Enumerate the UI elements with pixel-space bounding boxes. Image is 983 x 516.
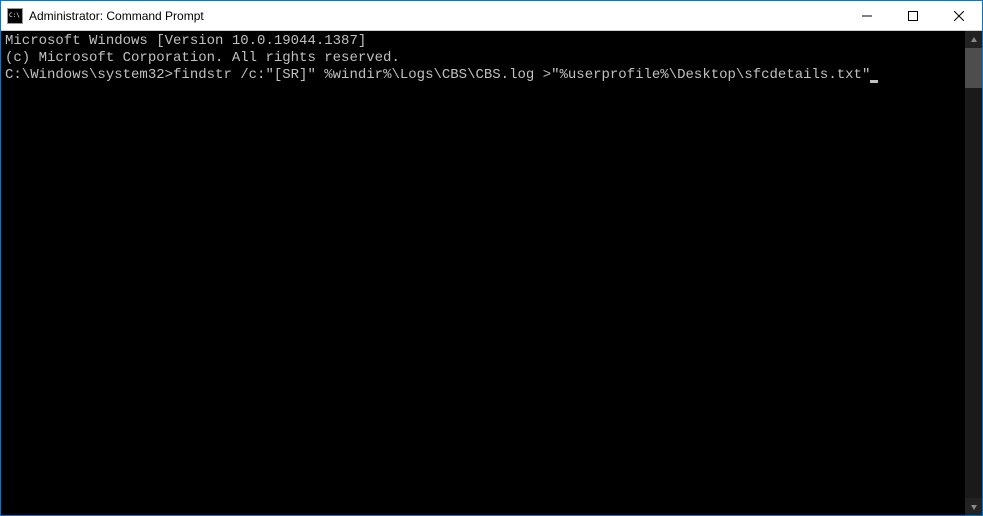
maximize-button[interactable] xyxy=(890,1,936,30)
output-version-line: Microsoft Windows [Version 10.0.19044.13… xyxy=(5,33,961,50)
prompt-text: C:\Windows\system32> xyxy=(5,67,173,83)
command-text: findstr /c:"[SR]" %windir%\Logs\CBS\CBS.… xyxy=(173,67,870,83)
scroll-thumb[interactable] xyxy=(965,48,982,88)
app-icon: C:\ xyxy=(7,8,23,24)
terminal-output[interactable]: Microsoft Windows [Version 10.0.19044.13… xyxy=(1,31,965,515)
svg-text:C:\: C:\ xyxy=(9,12,20,19)
command-prompt-window: C:\ Administrator: Command Prompt Micros… xyxy=(0,0,983,516)
close-button[interactable] xyxy=(936,1,982,30)
titlebar[interactable]: C:\ Administrator: Command Prompt xyxy=(1,1,982,31)
window-title: Administrator: Command Prompt xyxy=(29,9,844,23)
minimize-button[interactable] xyxy=(844,1,890,30)
text-cursor xyxy=(870,80,878,83)
scroll-track[interactable] xyxy=(965,48,982,498)
window-controls xyxy=(844,1,982,30)
scroll-up-button[interactable] xyxy=(965,31,982,48)
prompt-line: C:\Windows\system32>findstr /c:"[SR]" %w… xyxy=(5,67,961,84)
client-area: Microsoft Windows [Version 10.0.19044.13… xyxy=(1,31,982,515)
scroll-down-button[interactable] xyxy=(965,498,982,515)
vertical-scrollbar[interactable] xyxy=(965,31,982,515)
output-copyright-line: (c) Microsoft Corporation. All rights re… xyxy=(5,50,961,67)
